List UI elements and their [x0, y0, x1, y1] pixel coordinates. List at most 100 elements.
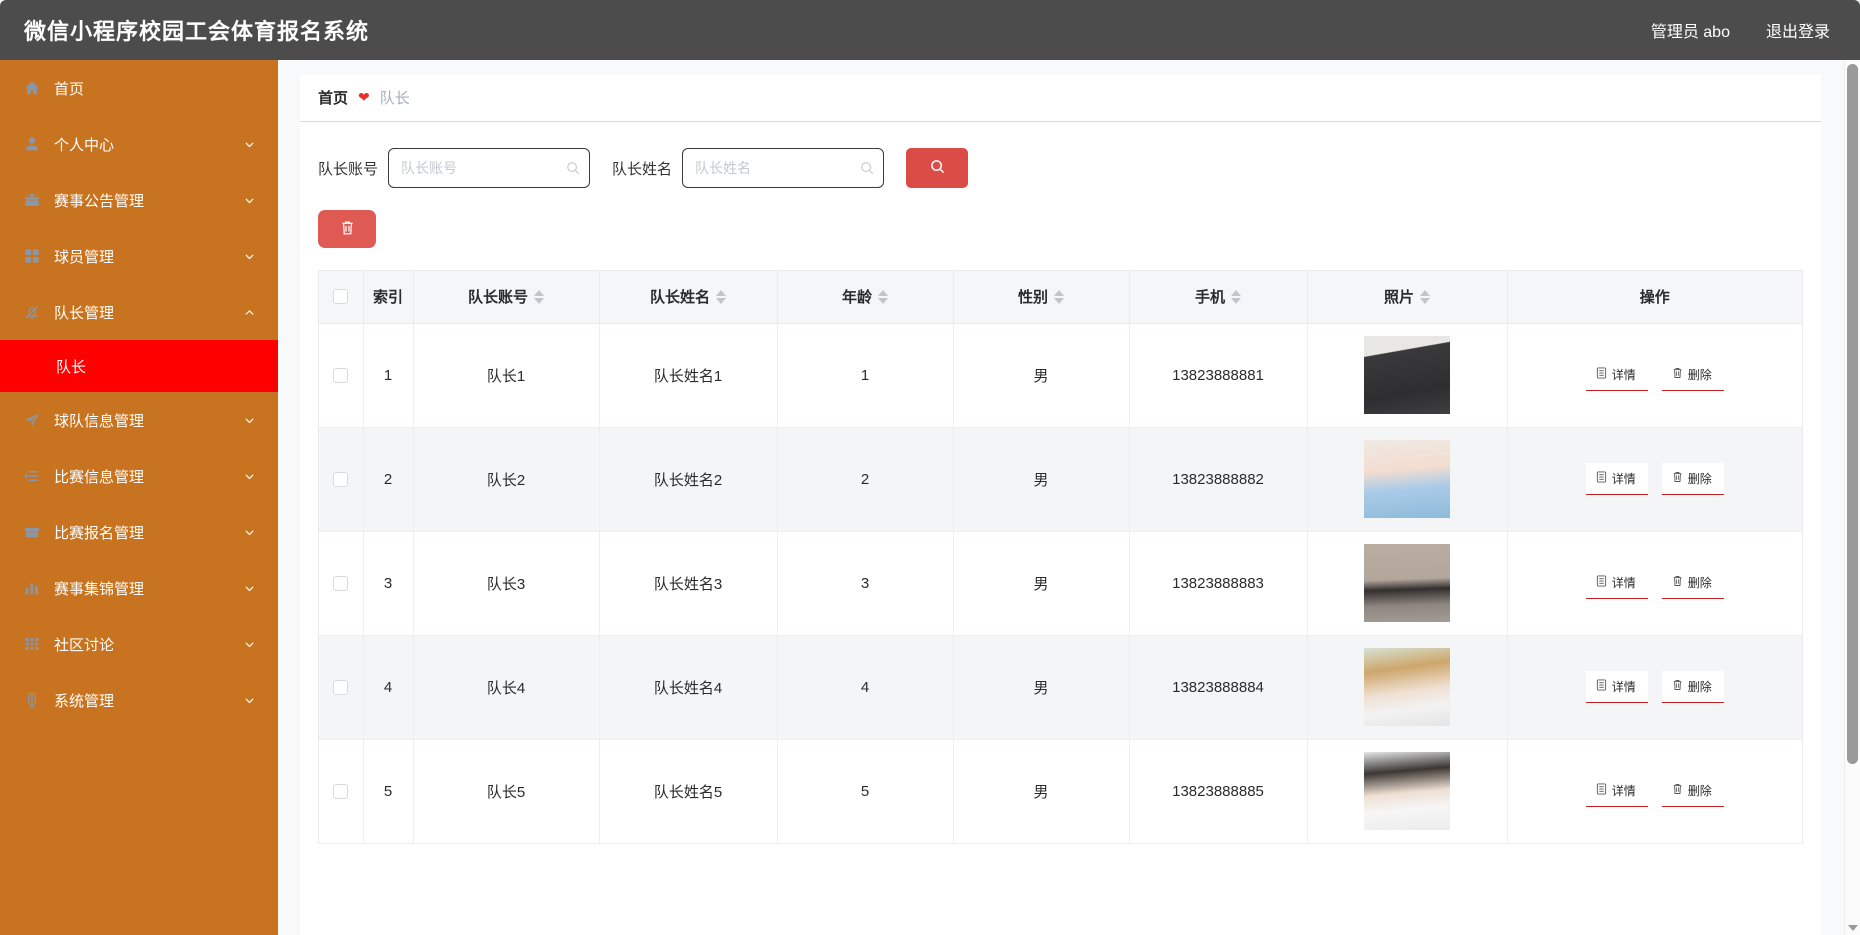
detail-button-label: 详情	[1611, 680, 1636, 694]
trash-icon	[1672, 575, 1683, 590]
cell-name: 队长姓名4	[599, 635, 778, 740]
delete-button[interactable]: 删除	[1661, 671, 1724, 703]
sidebar-item-10[interactable]: 社区讨论	[0, 616, 278, 672]
cell-account: 队长2	[413, 427, 600, 532]
sort-toggle-icon[interactable]	[1420, 289, 1430, 304]
bell-slash-icon	[22, 302, 42, 322]
sidebar-subitem-captain[interactable]: 队长	[0, 340, 278, 392]
cell-text: 5	[383, 782, 393, 800]
cell-text: 男	[1033, 471, 1049, 489]
cell-text: 男	[1033, 679, 1049, 697]
current-user-label: 管理员 abo	[1650, 24, 1730, 41]
cell-text: 1	[860, 366, 870, 384]
delete-button-label: 删除	[1687, 368, 1712, 382]
document-icon	[1596, 575, 1607, 590]
th-checkbox	[319, 271, 364, 324]
detail-button[interactable]: 详情	[1585, 463, 1648, 495]
sidebar-item-1[interactable]: 首页	[0, 60, 278, 116]
cell-operations: 详情 删除	[1507, 635, 1803, 740]
detail-button[interactable]: 详情	[1585, 359, 1648, 391]
scrollbar-thumb[interactable]	[1847, 64, 1858, 764]
logout-button[interactable]: 退出登录	[1766, 18, 1830, 42]
delete-button[interactable]: 删除	[1661, 567, 1724, 599]
th-ops: 操作	[1507, 271, 1802, 324]
row-checkbox[interactable]	[333, 368, 349, 384]
delete-button[interactable]: 删除	[1661, 775, 1724, 807]
sidebar-item-7[interactable]: 比赛信息管理	[0, 448, 278, 504]
sidebar-item-5[interactable]: 队长管理	[0, 284, 278, 340]
bulk-delete-button[interactable]	[318, 210, 376, 248]
sort-toggle-icon[interactable]	[716, 289, 726, 304]
user-icon	[22, 134, 42, 154]
sidebar-item-9[interactable]: 赛事集锦管理	[0, 560, 278, 616]
scroll-down-arrow-icon[interactable]	[1848, 925, 1858, 931]
cell-checkbox	[319, 427, 364, 532]
content-card: 首页 ❤ 队长 队长账号 队长姓名	[300, 74, 1821, 935]
table-icon	[22, 634, 42, 654]
cell-text: 13823888882	[1172, 470, 1264, 488]
cell-text: 3	[860, 574, 870, 592]
delete-button[interactable]: 删除	[1661, 359, 1724, 391]
sidebar-item-6[interactable]: 球队信息管理	[0, 392, 278, 448]
search-account-input[interactable]	[388, 148, 591, 188]
search-name-input[interactable]	[682, 148, 885, 188]
page-scrollbar[interactable]	[1844, 60, 1860, 935]
grid-icon	[22, 246, 42, 266]
detail-button[interactable]: 详情	[1585, 671, 1648, 703]
search-button[interactable]	[906, 148, 969, 188]
sort-toggle-icon[interactable]	[878, 289, 888, 304]
th-account[interactable]: 队长账号	[413, 271, 600, 324]
th-name[interactable]: 队长姓名	[599, 271, 778, 324]
sidebar-item-8[interactable]: 比赛报名管理	[0, 504, 278, 560]
cell-photo	[1307, 531, 1508, 636]
delete-button[interactable]: 删除	[1661, 463, 1724, 495]
sort-toggle-icon[interactable]	[534, 289, 544, 304]
chevron-down-icon	[242, 581, 256, 595]
row-checkbox[interactable]	[333, 680, 349, 696]
row-checkbox[interactable]	[333, 784, 349, 800]
cell-text: 队长3	[486, 575, 526, 593]
cell-text: 13823888885	[1172, 782, 1264, 800]
delete-button-label: 删除	[1687, 784, 1712, 798]
sort-toggle-icon[interactable]	[1231, 289, 1241, 304]
detail-button-label: 详情	[1611, 368, 1636, 382]
account-input-wrap	[388, 148, 591, 188]
th-photo[interactable]: 照片	[1307, 271, 1508, 324]
cell-text: 4	[860, 678, 870, 696]
th-gender[interactable]: 性别	[953, 271, 1130, 324]
select-all-checkbox[interactable]	[333, 289, 349, 305]
row-action-group: 详情 删除	[1508, 567, 1803, 599]
captain-photo	[1364, 648, 1450, 726]
sidebar-item-2[interactable]: 个人中心	[0, 116, 278, 172]
sidebar-item-3[interactable]: 赛事公告管理	[0, 172, 278, 228]
cell-text: 队长姓名3	[653, 575, 723, 593]
breadcrumb-home[interactable]: 首页	[318, 87, 348, 108]
detail-button[interactable]: 详情	[1585, 775, 1648, 807]
row-action-group: 详情 删除	[1508, 775, 1803, 807]
table-header-row: 索引 队长账号 队长姓名 年龄 性别 手机 照片 操作	[319, 271, 1802, 324]
th-phone[interactable]: 手机	[1129, 271, 1308, 324]
server-icon	[22, 690, 42, 710]
sidebar-item-label: 系统管理	[54, 692, 115, 710]
sidebar-item-4[interactable]: 球员管理	[0, 228, 278, 284]
name-field-label: 队长姓名	[612, 160, 673, 178]
shop-icon	[22, 522, 42, 542]
row-checkbox[interactable]	[333, 472, 349, 488]
sidebar-item-11[interactable]: 系统管理	[0, 672, 278, 728]
table-row: 2 队长2 队长姓名2 2 男 13823888882 详情 删除	[319, 427, 1802, 532]
cell-name: 队长姓名5	[599, 739, 778, 844]
row-checkbox[interactable]	[333, 576, 349, 592]
cell-name: 队长姓名3	[599, 531, 778, 636]
document-icon	[1596, 679, 1607, 694]
sidebar-item-label: 比赛信息管理	[54, 468, 145, 486]
th-age[interactable]: 年龄	[777, 271, 954, 324]
sidebar-item-label: 首页	[54, 80, 85, 98]
briefcase-icon	[22, 190, 42, 210]
sidebar-item-label: 队长管理	[54, 304, 115, 322]
sort-toggle-icon[interactable]	[1054, 289, 1064, 304]
captain-photo	[1364, 752, 1450, 830]
row-action-group: 详情 删除	[1508, 671, 1803, 703]
cell-gender: 男	[953, 739, 1130, 844]
th-label: 照片	[1383, 289, 1414, 307]
detail-button[interactable]: 详情	[1585, 567, 1648, 599]
